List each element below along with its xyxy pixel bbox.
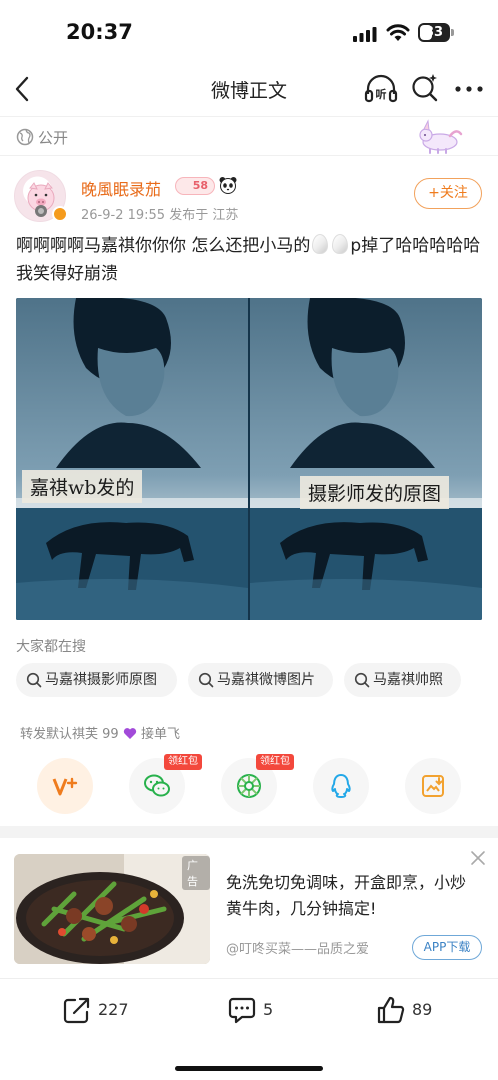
image-caption-right: 摄影师发的原图 <box>300 476 450 509</box>
search-icon <box>26 672 42 688</box>
moments-icon <box>237 774 261 798</box>
battery-icon: 33 <box>418 23 454 42</box>
forward-note: 转发默认祺芙 99 接单飞 <box>20 723 180 742</box>
search-icon[interactable] <box>410 73 440 103</box>
ad-tag: 广告 <box>182 856 210 890</box>
like-button[interactable]: 89 <box>376 995 446 1027</box>
weibo-v-icon <box>52 777 78 796</box>
signal-icon <box>353 27 377 42</box>
post-meta: 26-9-2 19:55 发布于 江苏 <box>81 208 239 223</box>
comment-button[interactable]: 5 <box>227 995 287 1027</box>
qq-share-button[interactable] <box>313 758 369 814</box>
close-icon[interactable] <box>470 850 486 866</box>
status-bar: 20:37 33 <box>0 0 498 62</box>
search-chip[interactable]: 马嘉祺微博图片 <box>188 663 333 697</box>
hot-search-chips: 马嘉祺摄影师原图 马嘉祺微博图片 马嘉祺帅照 <box>16 663 486 697</box>
share-row: 领红包 领红包 <box>0 754 498 816</box>
post-text: 啊啊啊啊马嘉祺你你你 怎么还把小马的 p掉了哈哈哈哈哈我笑得好崩溃 <box>16 232 486 288</box>
globe-icon <box>16 128 34 146</box>
panda-icon <box>219 177 237 194</box>
app-download-button[interactable]: APP下载 <box>412 935 482 960</box>
follow-button[interactable]: +关注 <box>414 178 482 209</box>
wifi-icon <box>386 24 410 41</box>
purple-heart-icon <box>123 728 136 739</box>
search-chip-label: 马嘉祺微博图片 <box>217 672 315 688</box>
weibo-repost-button[interactable] <box>37 758 93 814</box>
section-divider <box>0 826 498 838</box>
redpack-badge: 领红包 <box>256 754 294 770</box>
listen-headphone-icon[interactable]: 听 <box>364 73 398 105</box>
search-chip[interactable]: 马嘉祺摄影师原图 <box>16 663 177 697</box>
ad-image[interactable]: 广告 <box>14 854 210 964</box>
thumbs-up-icon <box>377 996 405 1024</box>
verified-badge-icon <box>52 206 68 222</box>
bottom-action-bar: 227 5 89 <box>0 978 498 1044</box>
unicorn-sticker-icon <box>419 119 463 154</box>
post-image-left: 嘉祺wb发的 <box>16 298 248 620</box>
forward-count: 227 <box>98 1000 129 1019</box>
more-icon[interactable] <box>454 77 484 101</box>
search-chip-label: 马嘉祺摄影师原图 <box>45 672 157 688</box>
search-icon <box>354 672 370 688</box>
save-image-icon <box>422 775 444 797</box>
listen-label: 听 <box>376 87 387 101</box>
visibility-label: 公开 <box>38 129 69 147</box>
ad-card[interactable]: 广告 免洗免切免调味，开盒即烹，小炒黄牛肉，几分钟搞定! @叮咚买菜——品质之爱… <box>0 838 498 978</box>
nav-bar: 微博正文 听 <box>0 62 498 116</box>
ad-text[interactable]: 免洗免切免调味，开盒即烹，小炒黄牛肉，几分钟搞定! <box>226 870 478 922</box>
save-image-button[interactable] <box>405 758 461 814</box>
post-text-part1: 啊啊啊啊马嘉祺你你你 怎么还把小马的 <box>16 236 311 256</box>
redpack-badge: 领红包 <box>164 754 202 770</box>
search-icon <box>198 672 214 688</box>
comment-icon <box>228 997 256 1024</box>
forward-icon <box>63 997 90 1024</box>
level-badge[interactable]: 58 <box>175 177 215 195</box>
hot-search-heading: 大家都在搜 <box>16 639 86 655</box>
forward-note-before: 转发默认祺芙 99 <box>20 727 119 742</box>
post-image-right <box>250 298 482 620</box>
visibility-row: 公开 <box>0 116 498 156</box>
search-chip-label: 马嘉祺帅照 <box>373 672 443 688</box>
forward-button[interactable]: 227 <box>62 995 142 1027</box>
egg-emoji-icon <box>332 234 349 254</box>
author-name[interactable]: 晚風眠录茄 <box>81 176 161 200</box>
egg-emoji-icon <box>312 234 329 254</box>
wechat-icon <box>144 774 170 797</box>
status-time: 20:37 <box>66 20 133 44</box>
comment-count: 5 <box>263 1000 274 1019</box>
qq-icon <box>331 774 351 798</box>
author-row: 晚風眠录茄 58 26-9-2 19:55 发布于 江苏 +关注 <box>0 164 498 228</box>
forward-note-after: 接单飞 <box>140 727 180 742</box>
post-image[interactable]: 嘉祺wb发的 摄影师发的原图 <box>16 298 482 620</box>
search-chip[interactable]: 马嘉祺帅照 <box>344 663 461 697</box>
image-caption-left: 嘉祺wb发的 <box>22 470 143 503</box>
battery-level: 33 <box>424 25 444 40</box>
like-count: 89 <box>412 1000 433 1019</box>
home-indicator <box>175 1066 323 1071</box>
ad-source: @叮咚买菜——品质之爱 <box>226 942 370 957</box>
